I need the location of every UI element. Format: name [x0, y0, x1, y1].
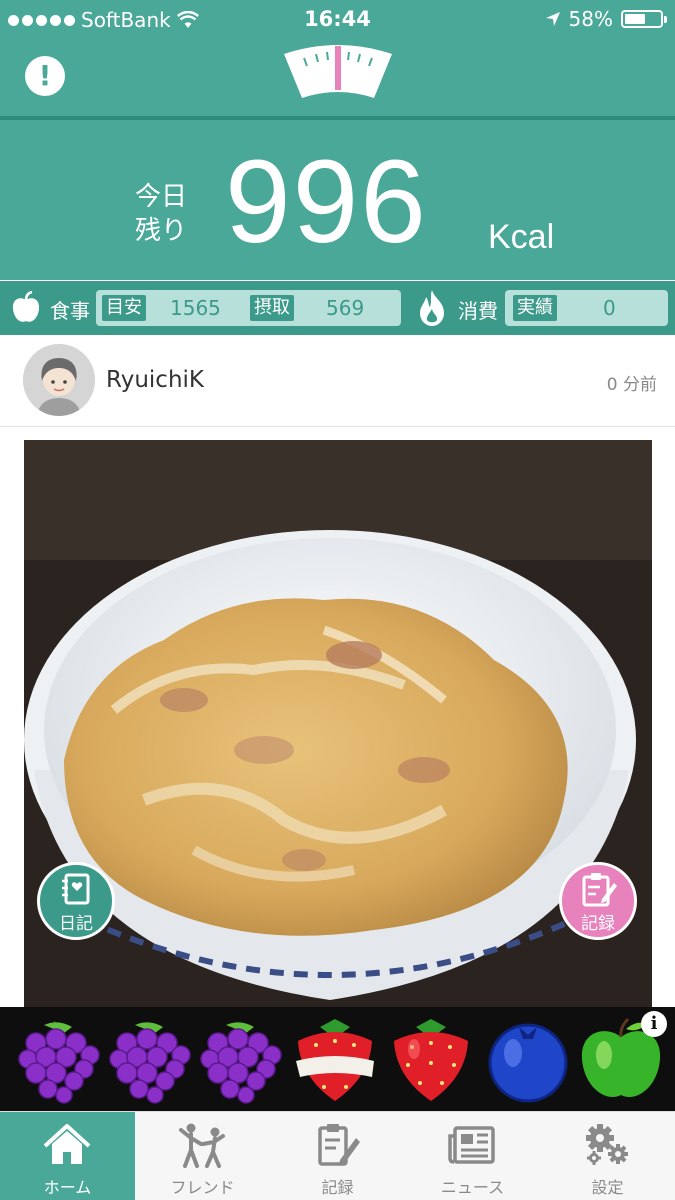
- battery-icon: [621, 10, 667, 28]
- grape-icon: [18, 1021, 100, 1104]
- intake-tag: 摂取: [250, 295, 294, 321]
- status-bar: SoftBank 16:44 58%: [0, 0, 675, 40]
- remaining-label-left: 残り: [135, 216, 188, 246]
- tab-friends-label: フレンド: [170, 1178, 235, 1197]
- scale-icon[interactable]: [280, 42, 396, 102]
- battery-percent: 58%: [568, 7, 613, 31]
- news-icon: [448, 1126, 495, 1164]
- burn-label: 消費: [458, 299, 498, 323]
- diary-icon: [62, 873, 90, 905]
- tab-record[interactable]: 記録: [270, 1112, 405, 1200]
- blueberry-icon: [488, 1023, 568, 1103]
- strawberry-icon: [394, 1019, 468, 1101]
- meal-label: 食事: [50, 299, 90, 323]
- apple-icon: [12, 291, 40, 322]
- flame-icon: [420, 290, 444, 326]
- tab-news-label: ニュース: [440, 1178, 505, 1197]
- post-time: 0 分前: [606, 375, 657, 395]
- tab-settings[interactable]: 設定: [540, 1112, 675, 1200]
- tab-home[interactable]: ホーム: [0, 1112, 135, 1200]
- tab-bar: ホーム フレンド 記録 ニュース 設定: [0, 1111, 675, 1200]
- record-label: 記録: [581, 914, 615, 934]
- friends-icon: [179, 1123, 225, 1168]
- burn-box: 実績 0: [505, 290, 668, 326]
- location-arrow-icon: [545, 12, 560, 26]
- strawberry-bandaged-icon: [296, 1019, 374, 1101]
- post-username[interactable]: RyuichiK: [106, 367, 204, 393]
- tab-home-label: ホーム: [43, 1178, 92, 1197]
- intake-value: 569: [326, 296, 365, 320]
- grape-icon: [200, 1022, 282, 1104]
- diary-button[interactable]: 日記: [37, 862, 115, 940]
- target-tag: 目安: [102, 295, 146, 321]
- target-value: 1565: [170, 296, 221, 320]
- record-button[interactable]: 記録: [559, 862, 637, 940]
- record-clipboard-icon: [582, 873, 617, 907]
- remaining-label-today: 今日: [135, 182, 188, 212]
- post-header: RyuichiK 0 分前: [0, 335, 675, 427]
- top-nav: !: [0, 40, 675, 116]
- record-icon: [318, 1124, 360, 1166]
- grape-icon: [109, 1022, 191, 1104]
- tab-news[interactable]: ニュース: [405, 1112, 540, 1200]
- default-avatar-icon: [23, 344, 95, 416]
- intake-box: 目安 1565 摂取 569: [96, 290, 401, 326]
- diary-label: 日記: [59, 914, 93, 934]
- ad-info-icon[interactable]: i: [641, 1011, 667, 1037]
- tab-settings-label: 設定: [591, 1178, 624, 1197]
- alert-icon[interactable]: !: [25, 56, 65, 96]
- remaining-label: 今日 残り: [135, 180, 187, 248]
- remaining-kcal-value: 996: [225, 136, 428, 268]
- actual-value: 0: [603, 296, 616, 320]
- tab-record-label: 記録: [321, 1178, 354, 1197]
- settings-icon: [586, 1124, 628, 1165]
- battery-group: 58%: [545, 7, 667, 31]
- kcal-panel: 今日 残り 996 Kcal: [0, 120, 675, 280]
- oyakodon-bowl-image: [24, 440, 652, 1010]
- tab-friends[interactable]: フレンド: [135, 1112, 270, 1200]
- kcal-unit: Kcal: [488, 218, 555, 256]
- actual-tag: 実績: [513, 295, 557, 321]
- ad-banner[interactable]: i: [0, 1007, 675, 1111]
- calorie-summary-bar[interactable]: 食事 目安 1565 摂取 569 消費 実績 0: [0, 281, 675, 335]
- home-icon: [43, 1124, 91, 1164]
- meal-photo[interactable]: [24, 440, 652, 1010]
- avatar[interactable]: [23, 344, 95, 416]
